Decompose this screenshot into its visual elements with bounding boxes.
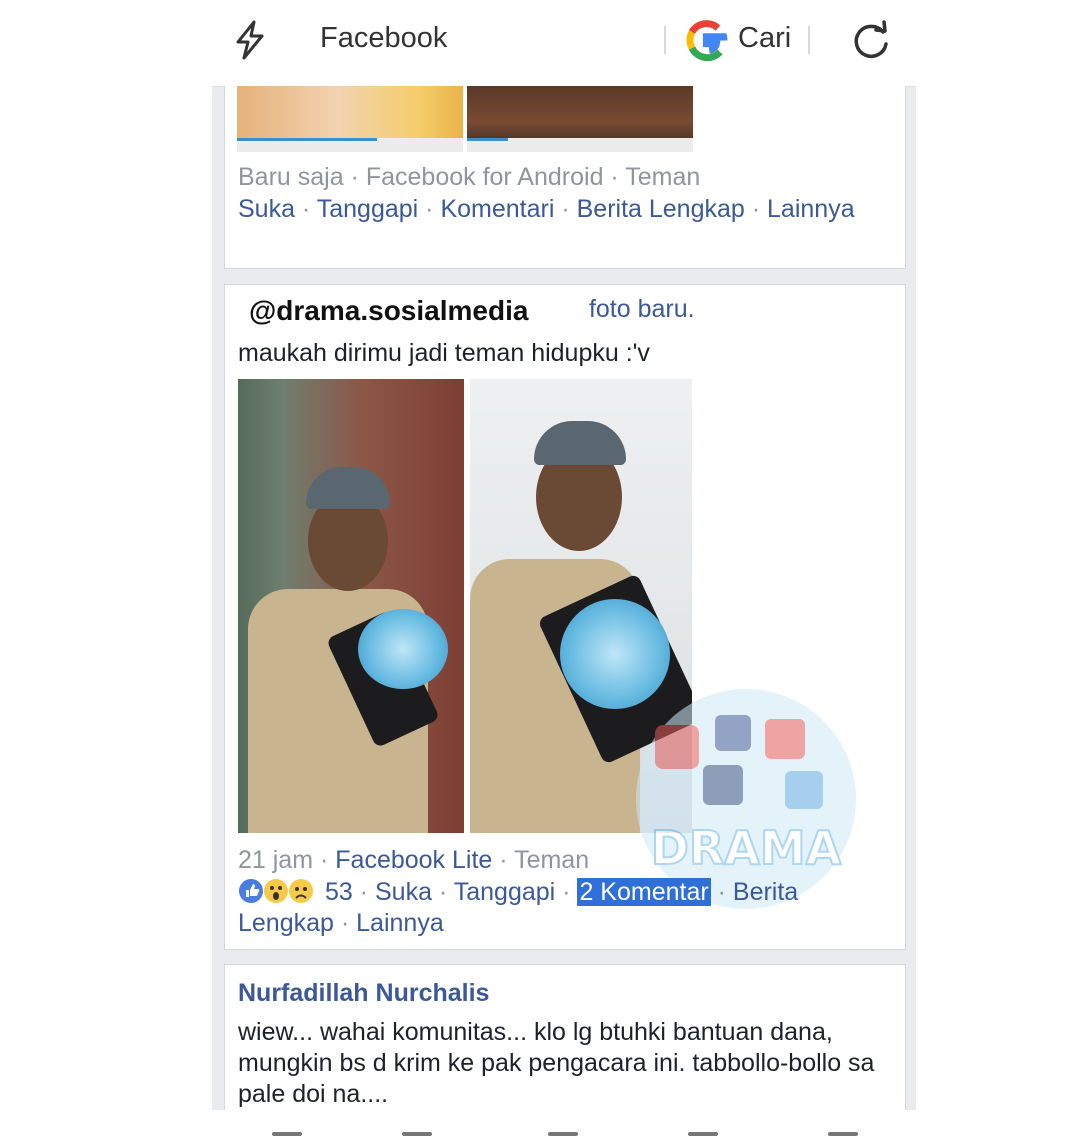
comment-text: wiew... wahai komunitas... klo lg btuhki… — [238, 1018, 875, 1108]
watermark-logo-text: DRAMA — [651, 821, 842, 875]
react-link[interactable]: Tanggapi — [454, 878, 555, 906]
commenter-name[interactable]: Nurfadillah Nurchalis — [238, 979, 489, 1008]
video-thumbnail[interactable] — [467, 86, 693, 152]
google-icon[interactable] — [684, 18, 728, 62]
tabs-icon[interactable] — [688, 1132, 718, 1136]
like-link[interactable]: Suka — [238, 195, 295, 223]
post-time: 21 jam — [238, 846, 314, 874]
post-audience: Teman — [514, 846, 590, 874]
divider — [664, 26, 666, 54]
post-card: foto baru. @drama.sosialmedia maukah dir… — [224, 284, 906, 950]
like-link[interactable]: Suka — [375, 878, 432, 906]
video-thumbnail[interactable] — [237, 86, 463, 152]
phone-screen: Facebook Cari Baru saja · Facebook for A… — [212, 0, 916, 1110]
menu-icon[interactable] — [548, 1132, 578, 1136]
system-nav-bar — [212, 1126, 916, 1142]
post-actions: Suka · Tanggapi · Komentari · Berita Len… — [238, 195, 855, 223]
divider — [808, 26, 810, 54]
back-icon[interactable] — [272, 1132, 302, 1136]
home-icon[interactable] — [828, 1132, 858, 1136]
lightning-icon[interactable] — [232, 20, 268, 60]
react-link[interactable]: Tanggapi — [317, 195, 418, 223]
post-app-link[interactable]: Facebook Lite — [335, 846, 492, 874]
video-thumbnails — [237, 86, 693, 152]
full-story-link[interactable]: Berita Lengkap — [577, 195, 745, 223]
post-meta: Baru saja · Facebook for Android · Teman — [238, 163, 701, 191]
post-photo[interactable] — [238, 379, 464, 833]
comment-card: Nurfadillah Nurchalis wiew... wahai komu… — [224, 964, 906, 1110]
sad-reaction-icon — [289, 879, 313, 903]
post-actions: 53 · Suka · Tanggapi · 2 Komentar · Beri… — [238, 878, 799, 937]
forward-icon[interactable] — [402, 1132, 432, 1136]
watermark-handle: @drama.sosialmedia — [245, 295, 533, 327]
reaction-count[interactable]: 53 — [325, 878, 353, 906]
reaction-icons[interactable] — [238, 878, 318, 904]
post-card: Baru saja · Facebook for Android · Teman… — [224, 86, 906, 269]
more-link[interactable]: Lainnya — [356, 909, 444, 937]
post-caption: maukah dirimu jadi teman hidupku :'v — [238, 339, 650, 367]
browser-topbar: Facebook Cari — [212, 0, 916, 87]
post-meta: 21 jam · Facebook Lite · Teman — [238, 846, 590, 874]
refresh-icon[interactable] — [850, 20, 892, 62]
comment-link[interactable]: Komentari — [440, 195, 554, 223]
post-header-suffix: foto baru. — [588, 295, 695, 323]
page-title: Facebook — [320, 22, 448, 54]
comments-link[interactable]: 2 Komentar — [577, 878, 711, 906]
search-button[interactable]: Cari — [738, 22, 791, 55]
more-link[interactable]: Lainnya — [767, 195, 855, 223]
